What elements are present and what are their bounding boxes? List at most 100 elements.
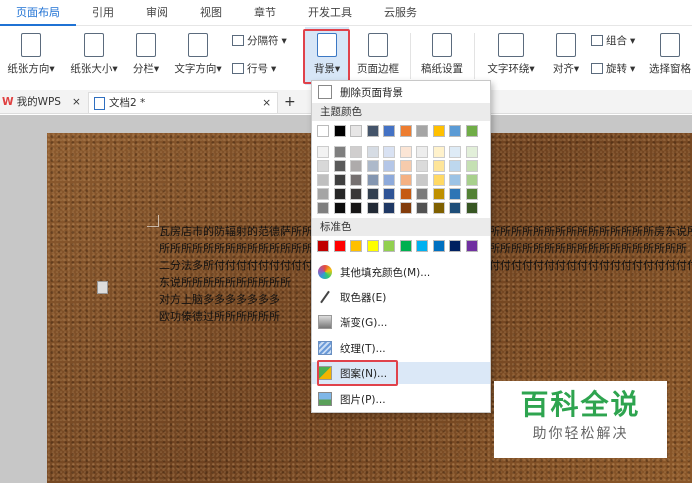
color-swatch[interactable]	[350, 202, 362, 214]
tab-document-2[interactable]: 文档2 * ×	[88, 92, 278, 113]
tab-developer[interactable]: 开发工具	[292, 0, 368, 26]
color-swatch[interactable]	[399, 146, 412, 158]
tab-view[interactable]: 视图	[184, 0, 238, 26]
color-swatch[interactable]	[366, 188, 379, 200]
color-swatch[interactable]	[383, 174, 395, 186]
color-swatch[interactable]	[416, 146, 428, 158]
tab-page-layout[interactable]: 页面布局	[0, 0, 76, 26]
color-swatch[interactable]	[416, 188, 428, 200]
color-swatch[interactable]	[432, 188, 445, 200]
color-swatch[interactable]	[383, 125, 395, 137]
select-pane-button[interactable]: 选择窗格	[648, 27, 692, 85]
tab-my-wps-close[interactable]: ×	[72, 92, 81, 113]
page-border-button[interactable]: 页面边框	[352, 27, 404, 85]
color-swatch[interactable]	[465, 146, 478, 158]
tab-references[interactable]: 引用	[76, 0, 130, 26]
color-swatch[interactable]	[432, 240, 445, 252]
group-button[interactable]: 组合 ▾	[591, 33, 635, 48]
color-swatch[interactable]	[333, 174, 346, 186]
color-swatch[interactable]	[399, 160, 412, 172]
color-swatch[interactable]	[333, 188, 346, 200]
color-swatch[interactable]	[432, 125, 445, 137]
color-swatch[interactable]	[432, 146, 445, 158]
color-swatch[interactable]	[333, 146, 346, 158]
color-swatch[interactable]	[366, 240, 379, 252]
new-tab-button[interactable]: +	[284, 92, 296, 113]
texture-item[interactable]: 纹理(T)...	[312, 337, 490, 359]
columns-button[interactable]: 分栏▾	[126, 27, 166, 85]
color-swatch[interactable]	[317, 146, 329, 158]
separator-button[interactable]: 分隔符 ▾	[232, 33, 287, 48]
color-swatch[interactable]	[350, 146, 362, 158]
color-swatch[interactable]	[449, 188, 461, 200]
color-swatch[interactable]	[383, 202, 395, 214]
color-swatch[interactable]	[366, 202, 379, 214]
color-swatch[interactable]	[366, 146, 379, 158]
paper-size-button[interactable]: 纸张大小▾	[64, 27, 124, 85]
color-swatch[interactable]	[449, 174, 461, 186]
tab-review[interactable]: 审阅	[130, 0, 184, 26]
color-swatch[interactable]	[465, 160, 478, 172]
color-swatch[interactable]	[465, 240, 478, 252]
color-swatch[interactable]	[449, 146, 461, 158]
color-swatch[interactable]	[317, 125, 329, 137]
color-swatch[interactable]	[416, 125, 428, 137]
text-direction-button[interactable]: 文字方向▾	[168, 27, 228, 85]
color-swatch[interactable]	[383, 146, 395, 158]
color-swatch[interactable]	[350, 188, 362, 200]
color-swatch[interactable]	[317, 174, 329, 186]
color-swatch[interactable]	[465, 188, 478, 200]
color-swatch[interactable]	[416, 240, 428, 252]
color-swatch[interactable]	[383, 160, 395, 172]
close-icon[interactable]: ×	[262, 93, 271, 114]
color-swatch[interactable]	[366, 125, 379, 137]
color-swatch[interactable]	[399, 125, 412, 137]
color-swatch[interactable]	[449, 240, 461, 252]
remove-background-item[interactable]: 删除页面背景	[312, 81, 490, 103]
color-swatch[interactable]	[333, 202, 346, 214]
align-button[interactable]: 对齐▾	[546, 27, 586, 85]
color-swatch[interactable]	[333, 240, 346, 252]
color-swatch[interactable]	[317, 202, 329, 214]
color-swatch[interactable]	[399, 202, 412, 214]
color-swatch[interactable]	[399, 188, 412, 200]
more-fill-colors-item[interactable]: 其他填充颜色(M)...	[312, 261, 490, 283]
rotate-button[interactable]: 旋转 ▾	[591, 61, 635, 76]
text-wrap-button[interactable]: 文字环绕▾	[480, 27, 542, 85]
color-swatch[interactable]	[317, 240, 329, 252]
color-swatch[interactable]	[465, 174, 478, 186]
tab-my-wps[interactable]: W 我的WPS	[2, 92, 61, 113]
color-swatch[interactable]	[399, 240, 412, 252]
tab-sections[interactable]: 章节	[238, 0, 292, 26]
color-swatch[interactable]	[350, 125, 362, 137]
color-swatch[interactable]	[449, 125, 461, 137]
color-swatch[interactable]	[416, 202, 428, 214]
color-swatch[interactable]	[432, 174, 445, 186]
color-swatch[interactable]	[317, 160, 329, 172]
color-swatch[interactable]	[366, 174, 379, 186]
color-swatch[interactable]	[383, 240, 395, 252]
color-swatch[interactable]	[432, 202, 445, 214]
paper-direction-button[interactable]: 纸张方向▾	[0, 27, 62, 85]
tab-cloud[interactable]: 云服务	[368, 0, 433, 26]
color-swatch[interactable]	[333, 160, 346, 172]
color-swatch[interactable]	[350, 240, 362, 252]
color-swatch[interactable]	[399, 174, 412, 186]
color-swatch[interactable]	[383, 188, 395, 200]
color-swatch[interactable]	[333, 125, 346, 137]
color-swatch[interactable]	[416, 174, 428, 186]
picture-item[interactable]: 图片(P)...	[312, 388, 490, 410]
color-swatch[interactable]	[350, 160, 362, 172]
color-swatch[interactable]	[416, 160, 428, 172]
color-swatch[interactable]	[465, 125, 478, 137]
color-swatch[interactable]	[432, 160, 445, 172]
color-swatch[interactable]	[449, 202, 461, 214]
color-swatch[interactable]	[366, 160, 379, 172]
color-swatch[interactable]	[350, 174, 362, 186]
line-number-button[interactable]: 行号 ▾	[232, 61, 276, 76]
gradient-item[interactable]: 渐变(G)...	[312, 311, 490, 333]
color-swatch[interactable]	[449, 160, 461, 172]
eyedropper-item[interactable]: 取色器(E)	[312, 286, 490, 308]
manuscript-button[interactable]: 稿纸设置	[414, 27, 470, 85]
color-swatch[interactable]	[465, 202, 478, 214]
